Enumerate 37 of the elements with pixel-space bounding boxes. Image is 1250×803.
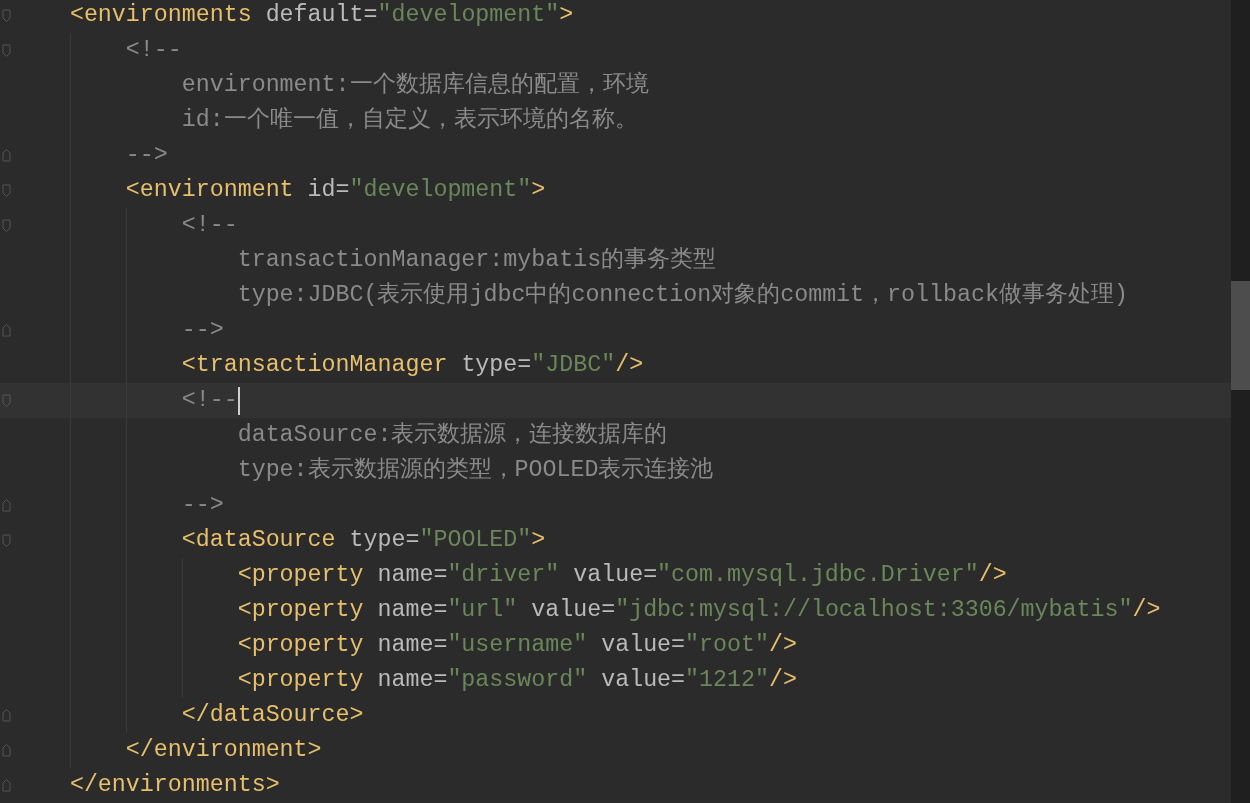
fold-marker-icon[interactable] bbox=[2, 147, 12, 164]
code-line: <!-- bbox=[181, 211, 238, 240]
fold-marker-icon[interactable] bbox=[2, 497, 12, 514]
code-line: type:JDBC(表示使用jdbc中的connection对象的commit，rollback做事务处理) bbox=[237, 281, 1128, 310]
code-line: --> bbox=[181, 491, 224, 520]
fold-marker-icon[interactable] bbox=[2, 217, 12, 234]
code-line: <!-- bbox=[181, 386, 238, 415]
fold-marker-icon[interactable] bbox=[2, 322, 12, 339]
code-line: </environment> bbox=[125, 736, 322, 765]
code-line: <property name="username" value="root"/> bbox=[237, 631, 797, 660]
fold-marker-icon[interactable] bbox=[2, 42, 12, 59]
code-line: <environment id="development"> bbox=[125, 176, 546, 205]
fold-marker-icon[interactable] bbox=[2, 7, 12, 24]
code-line: <!-- bbox=[125, 36, 182, 65]
code-line: </environments> bbox=[69, 771, 280, 800]
code-line: id:一个唯一值，自定义，表示环境的名称。 bbox=[181, 105, 638, 135]
fold-marker-icon[interactable] bbox=[2, 532, 12, 549]
fold-marker-icon[interactable] bbox=[2, 392, 12, 409]
fold-marker-icon[interactable] bbox=[2, 742, 12, 759]
code-line: </dataSource> bbox=[181, 701, 364, 730]
code-line: <property name="driver" value="com.mysql.jdbc.Driver"/> bbox=[237, 561, 1007, 590]
code-line: <environments default="development"> bbox=[69, 1, 574, 30]
code-line: dataSource:表示数据源，连接数据库的 bbox=[237, 420, 668, 450]
code-line: <property name="url" value="jdbc:mysql://localhost:3306/mybatis"/> bbox=[237, 596, 1161, 625]
fold-marker-icon[interactable] bbox=[2, 707, 12, 724]
code-line: --> bbox=[181, 316, 224, 345]
code-line: transactionManager:mybatis的事务类型 bbox=[237, 246, 717, 275]
fold-marker-icon[interactable] bbox=[2, 182, 12, 199]
code-line: <dataSource type="POOLED"> bbox=[181, 526, 546, 555]
code-line: --> bbox=[125, 141, 168, 170]
code-line: environment:一个数据库信息的配置，环境 bbox=[181, 70, 649, 100]
code-line: <property name="password" value="1212"/> bbox=[237, 666, 797, 695]
scrollbar-thumb[interactable] bbox=[1231, 281, 1250, 390]
scrollbar-track[interactable] bbox=[1231, 0, 1250, 803]
code-line: <transactionManager type="JDBC"/> bbox=[181, 351, 644, 380]
fold-marker-icon[interactable] bbox=[2, 777, 12, 794]
code-line: type:表示数据源的类型，POOLED表示连接池 bbox=[237, 456, 714, 485]
